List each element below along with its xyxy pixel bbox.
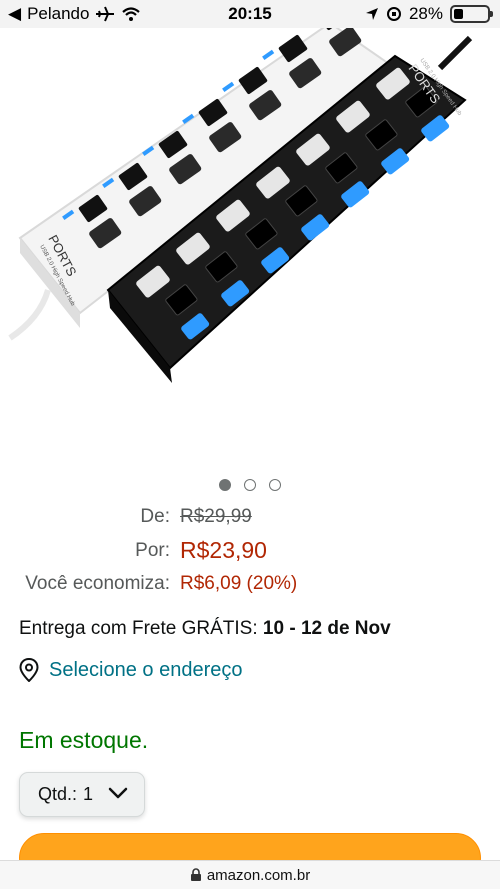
address-link-text[interactable]: Selecione o endereço — [49, 659, 242, 682]
savings-value: R$6,09 (20%) — [180, 573, 298, 594]
browser-url-bar[interactable]: amazon.com.br — [0, 860, 500, 889]
battery-icon — [450, 5, 493, 23]
url-text[interactable]: amazon.com.br — [207, 867, 310, 884]
carousel-dot[interactable] — [219, 479, 231, 491]
select-address-link[interactable]: Selecione o endereço — [19, 658, 242, 682]
black-cable — [437, 35, 473, 71]
white-cable — [8, 289, 51, 341]
white-hub-led — [262, 49, 275, 60]
quantity-label: Qtd.: — [38, 784, 78, 804]
battery-percent: 28% — [408, 4, 443, 23]
lock-icon — [190, 868, 201, 881]
list-price-label: De: — [140, 506, 170, 527]
usb-hub-illustration: PORTS USB 2.0 High Speed Hub PORTS USB 2… — [8, 28, 473, 383]
sale-price-row: Por: R$23,90 — [0, 537, 500, 567]
sale-price: R$23,90 — [180, 537, 267, 563]
list-price-row: De: R$29,99 — [0, 506, 500, 530]
status-right: 28% — [365, 4, 493, 24]
rotation-lock-icon — [386, 7, 401, 21]
location-arrow-icon — [365, 8, 378, 20]
image-carousel-dots — [0, 479, 500, 491]
status-bar: ◀ Pelando 20:15 28% — [0, 0, 500, 28]
savings-label: Você economiza: — [25, 573, 170, 594]
product-image[interactable]: PORTS USB 2.0 High Speed Hub PORTS USB 2… — [0, 28, 500, 468]
savings-row: Você economiza: R$6,09 (20%) — [0, 573, 500, 597]
carousel-dot[interactable] — [244, 479, 256, 491]
sale-price-label: Por: — [135, 540, 170, 561]
chevron-down-icon — [108, 787, 128, 799]
quantity-value: 1 — [83, 784, 94, 804]
delivery-dates: 10 - 12 de Nov — [262, 618, 391, 639]
list-price: R$29,99 — [180, 506, 252, 527]
delivery-info: Entrega com Frete GRÁTIS: 10 - 12 de Nov — [19, 618, 391, 640]
carousel-dot[interactable] — [269, 479, 281, 491]
delivery-prefix: Entrega com Frete GRÁTIS: — [19, 618, 258, 639]
quantity-select[interactable]: Qtd.: 1 — [19, 772, 145, 817]
battery-fill — [454, 9, 463, 19]
stock-status: Em estoque. — [19, 727, 149, 753]
location-pin-icon — [19, 658, 39, 682]
